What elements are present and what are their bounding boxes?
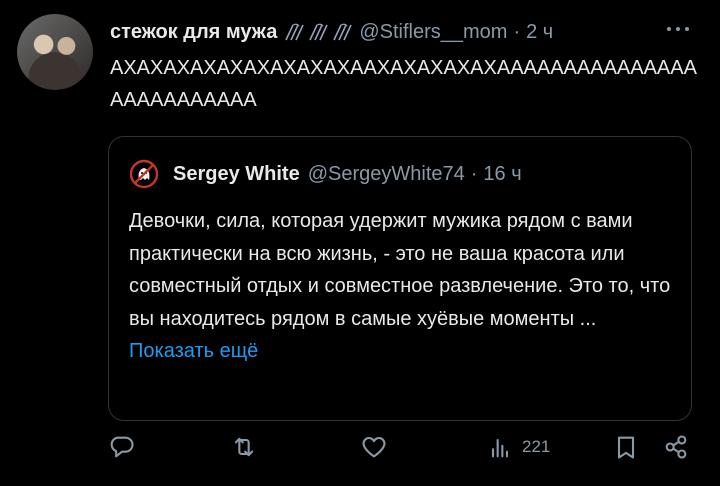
post-header: стежок для мужа @Stiflers__mom · 2 ч — [110, 18, 553, 46]
like-button[interactable] — [360, 430, 388, 464]
reply-button[interactable] — [108, 430, 136, 464]
author-name[interactable]: стежок для мужа — [110, 21, 277, 44]
post-time[interactable]: 2 ч — [526, 21, 553, 44]
separator: · — [513, 20, 521, 43]
analytics-icon — [491, 438, 509, 458]
repost-icon — [234, 437, 254, 457]
post-text: АХАХАХАХАХАХАХАХАХААХАХАХАХАХААААААААААА… — [110, 57, 697, 111]
name-decoration-icon — [283, 21, 353, 43]
quote-text: Девочки, сила, которая удержит мужика ря… — [129, 210, 671, 330]
show-more-link[interactable]: Показать ещё — [129, 335, 679, 368]
quote-time[interactable]: 16 ч — [483, 163, 521, 186]
quote-author-avatar[interactable] — [129, 159, 159, 189]
quoted-post[interactable]: Sergey White @SergeyWhite74 · 16 ч Девоч… — [108, 136, 692, 421]
heart-icon — [362, 436, 386, 458]
quote-separator: · — [470, 162, 478, 185]
repost-button[interactable] — [230, 430, 258, 464]
quote-header: Sergey White @SergeyWhite74 · 16 ч — [129, 159, 522, 189]
views-count: 221 — [522, 437, 551, 456]
bookmark-icon — [617, 436, 635, 459]
bookmark-button[interactable] — [612, 430, 640, 464]
more-horizontal-icon[interactable] — [664, 19, 692, 45]
views-button[interactable]: 221 — [486, 430, 550, 464]
quote-author-handle[interactable]: @SergeyWhite74 — [308, 163, 465, 186]
author-avatar[interactable] — [17, 14, 93, 90]
author-handle[interactable]: @Stiflers__mom — [359, 21, 507, 44]
reply-icon — [110, 436, 134, 458]
action-bar: 221 — [0, 430, 720, 470]
share-icon — [665, 435, 687, 459]
quote-author-name[interactable]: Sergey White — [173, 163, 300, 186]
quote-text-block: Девочки, сила, которая удержит мужика ря… — [129, 205, 679, 368]
share-button[interactable] — [662, 430, 690, 464]
